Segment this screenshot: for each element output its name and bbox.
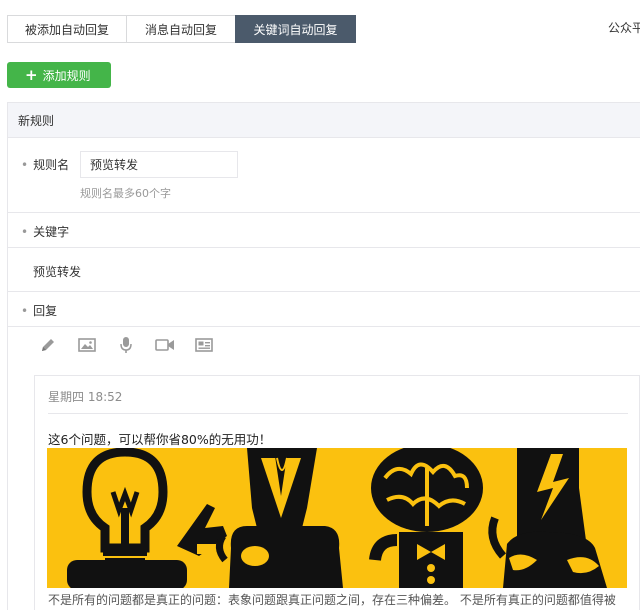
divider <box>8 212 640 213</box>
bullet-icon: • <box>21 224 29 239</box>
rule-panel-header: 新规则 <box>8 103 640 138</box>
preview-cover-image <box>47 448 627 588</box>
reply-preview-card[interactable]: 星期四 18:52 这6个问题，可以帮你省80%的无用功！ 不是所有的问题都是真… <box>34 375 640 610</box>
preview-time: 星期四 18:52 <box>48 390 123 404</box>
divider <box>8 291 640 292</box>
tab-message-auto-reply[interactable]: 消息自动回复 <box>126 15 236 43</box>
reply-toolbar <box>38 335 233 355</box>
platform-link[interactable]: 公众平 <box>608 19 640 36</box>
rule-name-label-row: • 规则名 <box>21 156 69 173</box>
reply-label: 回复 <box>33 304 58 318</box>
rule-name-label: 规则名 <box>33 158 70 172</box>
add-rule-button[interactable]: + 添加规则 <box>7 62 111 88</box>
reply-label-row: • 回复 <box>21 302 57 319</box>
divider <box>8 326 640 327</box>
plus-icon: + <box>25 65 38 84</box>
microphone-icon[interactable] <box>116 335 136 355</box>
keyword-label-row: • 关键字 <box>21 223 69 240</box>
bullet-icon: • <box>21 157 29 172</box>
keyword-value[interactable]: 预览转发 <box>33 263 81 280</box>
divider <box>48 413 628 414</box>
pen-nib-figure <box>216 448 343 588</box>
bullet-icon: • <box>21 303 29 318</box>
tab-keyword-auto-reply[interactable]: 关键词自动回复 <box>235 15 356 43</box>
keyword-label: 关键字 <box>33 225 70 239</box>
preview-description: 不是所有的问题都是真正的问题：表象问题跟真正问题之间，存在三种偏差。 不是所有真… <box>48 593 616 607</box>
divider <box>8 247 640 248</box>
rule-name-hint: 规则名最多60个字 <box>80 187 171 200</box>
pencil-icon[interactable] <box>38 335 58 355</box>
brain-figure <box>369 448 483 588</box>
tab-added-auto-reply[interactable]: 被添加自动回复 <box>7 15 127 43</box>
lightning-figure <box>488 448 607 588</box>
rule-name-input[interactable]: 预览转发 <box>80 151 238 178</box>
rule-panel: 新规则 • 规则名 预览转发 规则名最多60个字 • 关键字 预览转发 • 回复 <box>7 102 640 610</box>
image-icon[interactable] <box>77 335 97 355</box>
lightbulb-figure <box>67 448 227 588</box>
add-rule-label: 添加规则 <box>42 68 91 83</box>
video-icon[interactable] <box>155 335 175 355</box>
preview-title: 这6个问题，可以帮你省80%的无用功！ <box>48 432 272 447</box>
reply-type-tabs: 被添加自动回复 消息自动回复 关键词自动回复 <box>7 15 356 43</box>
news-icon[interactable] <box>194 335 214 355</box>
